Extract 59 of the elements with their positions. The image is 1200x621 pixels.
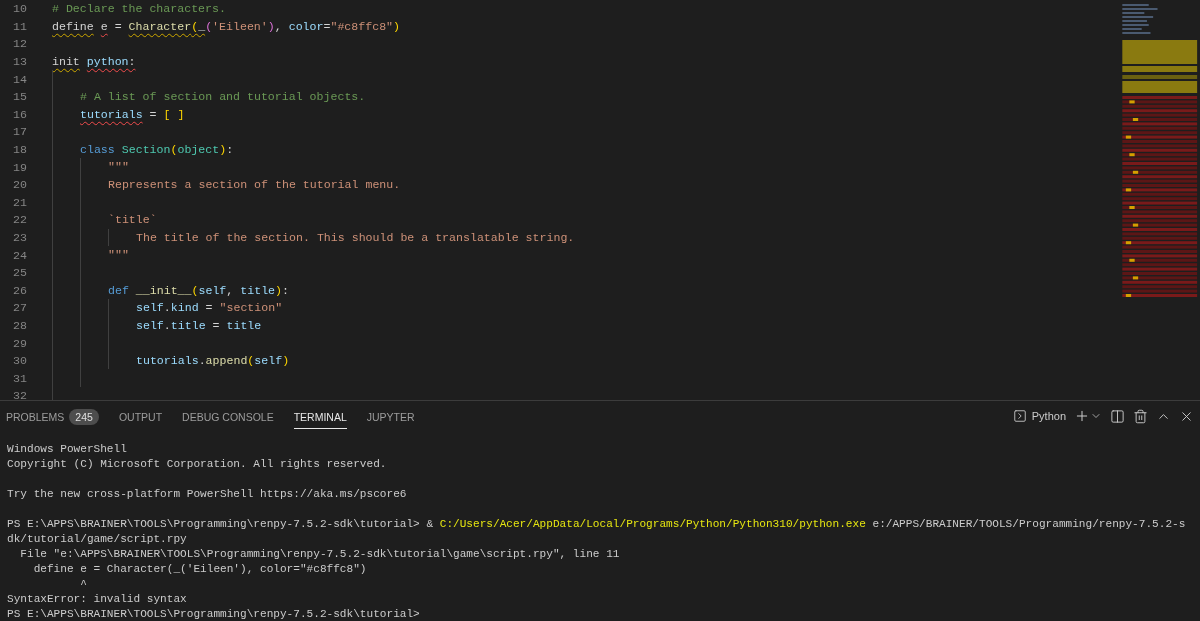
line-number: 12 xyxy=(12,37,27,51)
line-number: 20 xyxy=(12,178,27,192)
terminal-line: PS E:\APPS\BRAINER\TOOLS\Programming\renpy-7.5.2-sdk\tutorial> xyxy=(7,607,421,621)
code-line: def __init__(self, title): xyxy=(108,282,289,299)
code-line: init python: xyxy=(52,53,136,70)
code-line: `title` xyxy=(108,212,157,229)
line-number: 29 xyxy=(12,336,27,350)
terminal-line: ^ xyxy=(79,577,88,592)
terminal-line: Windows PowerShell xyxy=(7,442,128,457)
trash-icon[interactable] xyxy=(1133,408,1148,424)
code-line: tutorials.append(self) xyxy=(136,352,290,369)
panel-tab[interactable]: JUPYTER xyxy=(366,403,415,429)
terminal-selector[interactable]: Python xyxy=(1012,409,1066,423)
code-line: tutorials = [ ] xyxy=(80,106,185,123)
split-icon[interactable] xyxy=(1110,408,1125,424)
code-line: The title of the section. This should be a translatable string. xyxy=(136,229,575,246)
code-line: class Section(object): xyxy=(80,141,234,158)
line-number: 28 xyxy=(12,319,27,332)
panel-tab[interactable]: OUTPUT xyxy=(118,403,163,429)
line-number: 26 xyxy=(12,283,27,297)
line-number: 16 xyxy=(12,107,27,121)
code-line: self.kind = "section" xyxy=(136,300,283,317)
terminal-line: File "e:\APPS\BRAINER\TOOLS\Programming\renpy-7.5.2-sdk\tutorial\game\script.rpy", line 11 xyxy=(19,547,621,562)
line-number: 13 xyxy=(12,55,27,69)
panel-tab[interactable]: PROBLEMS 245 xyxy=(6,403,99,429)
terminal-line: Copyright (C) Microsoft Corporation. All rights reserved. xyxy=(7,457,388,472)
terminal-line: dk/tutorial/game/script.rpy xyxy=(7,532,188,547)
line-number: 22 xyxy=(12,213,27,227)
line-number: 18 xyxy=(12,143,27,157)
terminal-line: SyntaxError: invalid syntax xyxy=(7,592,188,607)
terminal-line: PS E:\APPS\BRAINER\TOOLS\Programming\renpy-7.5.2-sdk\tutorial> & C:/Users/Acer/AppData/Local/Programs/Python/Python310/python.exe e:/APPS/BRAINER/TOOLS/Programming/renpy-7.5.2-s xyxy=(7,517,1187,532)
line-number: 25 xyxy=(12,266,27,280)
line-number: 31 xyxy=(12,371,27,385)
terminal-line: Try the new cross-platform PowerShell https://aka.ms/pscore6 xyxy=(7,487,408,502)
code-line: self.title = title xyxy=(136,317,262,334)
panel-tab[interactable]: TERMINAL xyxy=(293,403,347,429)
line-number: 23 xyxy=(12,231,27,244)
code-line: define e = Character(_('Eileen'), color="#c8ffc8") xyxy=(52,18,401,35)
code-line: """ xyxy=(108,159,129,176)
line-number: 15 xyxy=(12,90,27,104)
line-number: 24 xyxy=(12,248,27,262)
line-number: 32 xyxy=(12,389,27,400)
line-number: 19 xyxy=(12,160,27,174)
code-line: """ xyxy=(108,247,129,264)
line-number: 10 xyxy=(12,2,27,16)
code-line: Represents a section of the tutorial menu. xyxy=(108,176,401,193)
line-number: 11 xyxy=(12,19,27,33)
line-number: 17 xyxy=(12,125,27,139)
line-number: 27 xyxy=(12,301,27,315)
code-line: # Declare the characters. xyxy=(52,1,226,17)
line-number: 14 xyxy=(12,72,27,86)
panel-tab[interactable]: DEBUG CONSOLE xyxy=(182,403,274,429)
plus-icon[interactable] xyxy=(1074,408,1090,424)
code-line: # A list of section and tutorial objects. xyxy=(80,88,366,105)
terminal-line: define e = Character(_('Eileen'), color="#c8ffc8") xyxy=(32,562,368,577)
line-number: 21 xyxy=(12,195,27,209)
problems-count-badge: 245 xyxy=(69,408,99,425)
line-number: 30 xyxy=(12,354,27,368)
terminal-icon xyxy=(1012,409,1027,423)
